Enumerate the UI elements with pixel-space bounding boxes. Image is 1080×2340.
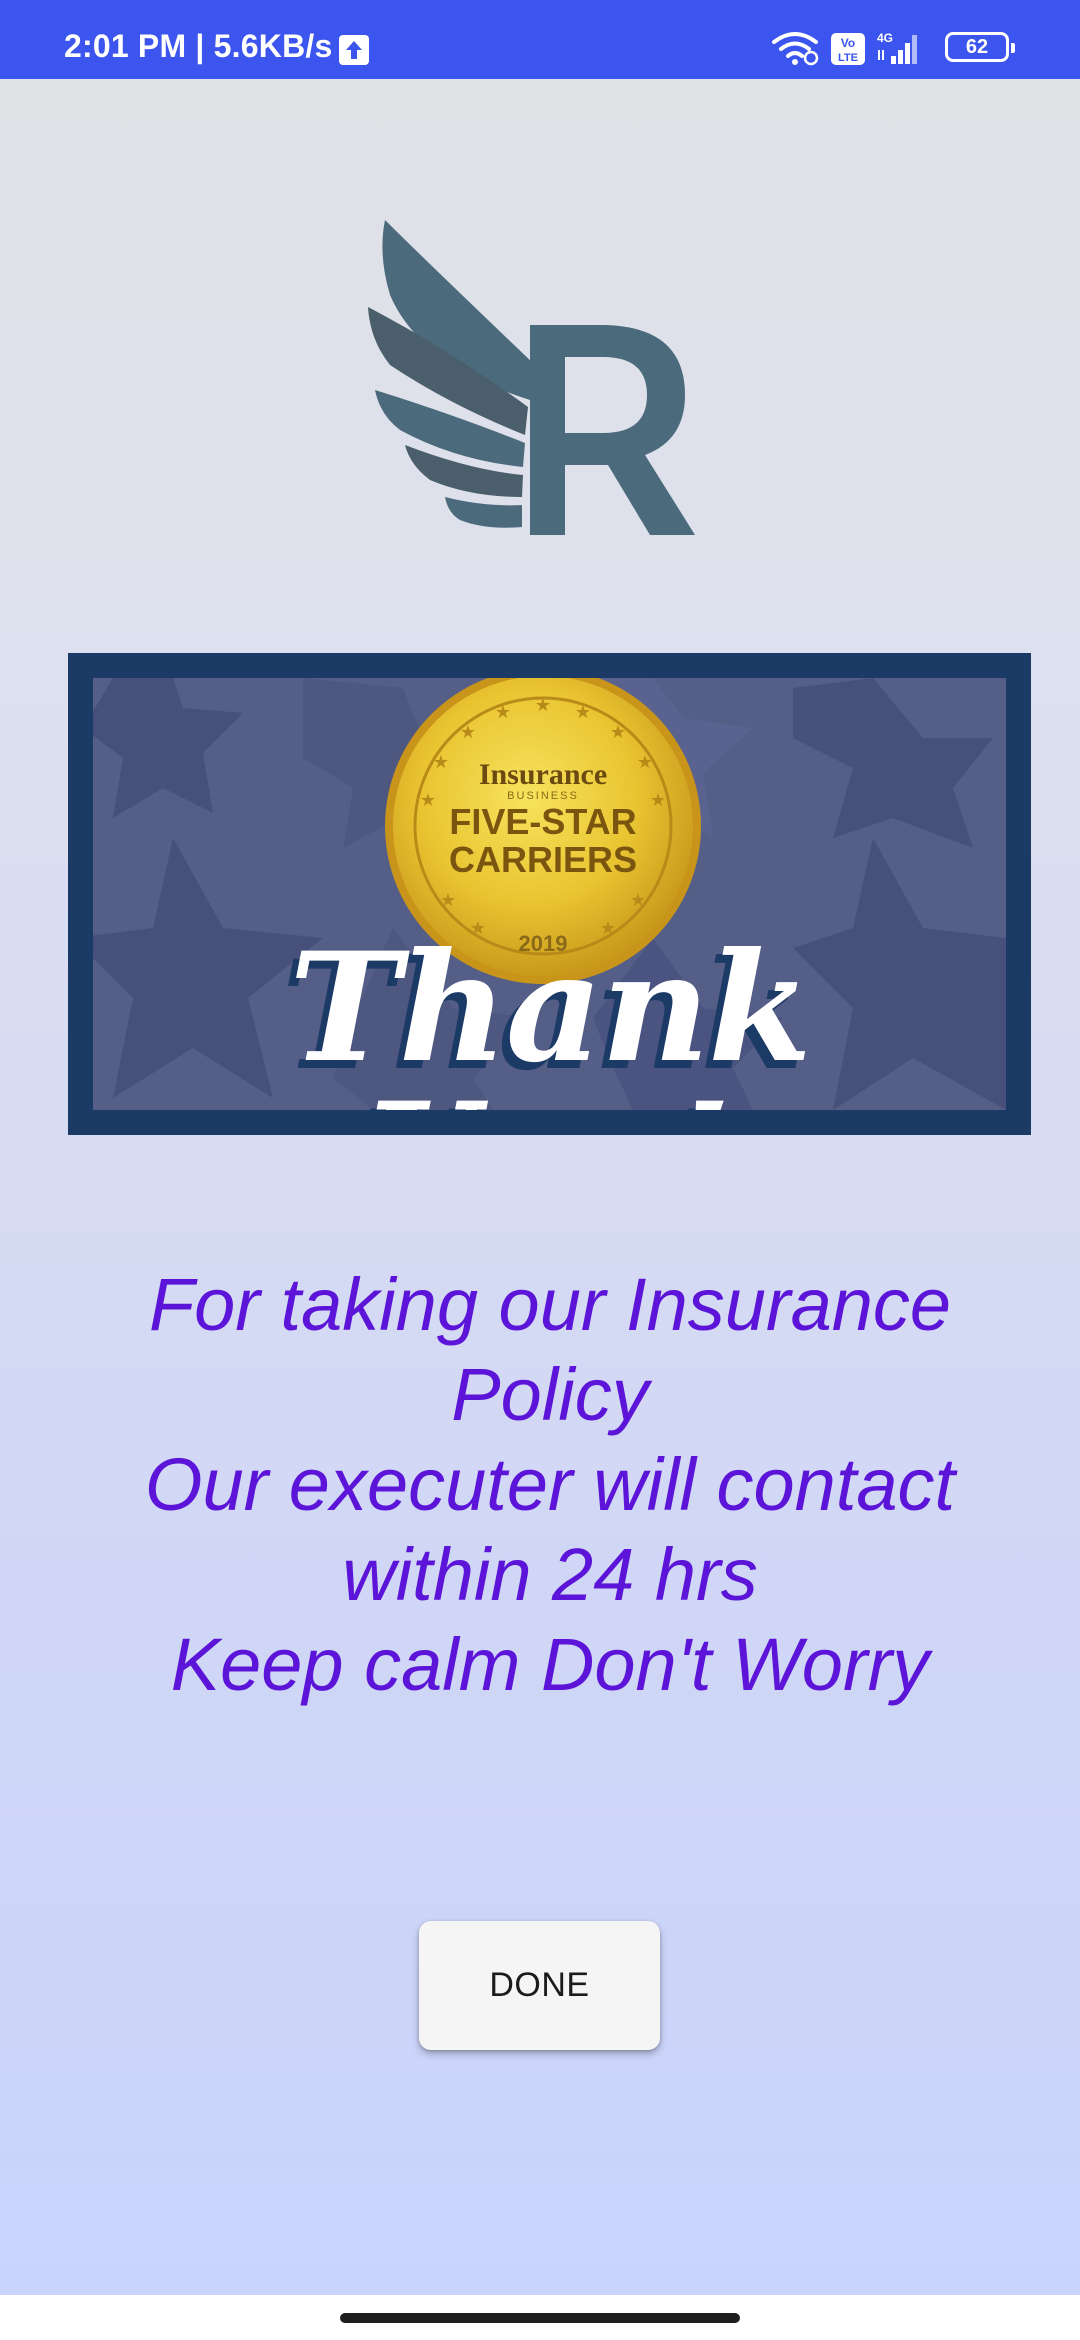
status-bar: 2:01 PM | 5.6KB/s Vo LTE 4G 62	[0, 0, 1080, 79]
battery-level: 62	[965, 36, 989, 58]
medal-line-1: FIVE-STAR	[449, 801, 636, 842]
done-button[interactable]: DONE	[419, 1921, 660, 2050]
svg-text:★: ★	[535, 695, 551, 716]
volte-icon: Vo LTE	[831, 33, 865, 65]
svg-text:★: ★	[637, 752, 653, 773]
navigation-bar	[0, 2295, 1080, 2340]
svg-text:★: ★	[630, 890, 646, 911]
confirmation-message: For taking our Insurance Policy Our exec…	[90, 1260, 1010, 1710]
status-time: 2:01 PM | 5.6KB/s	[64, 28, 333, 64]
svg-text:★: ★	[575, 702, 591, 723]
svg-text:★: ★	[495, 702, 511, 723]
signal-icon: 4G	[877, 31, 917, 64]
message-line: For taking our Insurance	[148, 1263, 952, 1346]
message-line: Keep calm Don't Worry	[170, 1623, 930, 1706]
home-indicator[interactable]	[340, 2313, 740, 2323]
thank-you-banner: ★ ★ ★ ★ ★ ★ ★ ★ ★ ★ ★ ★ ★ Insurance BUSINESS FI…	[68, 653, 1031, 1135]
message-line: within 24 hrs	[342, 1533, 758, 1616]
medal-title: Insurance	[479, 758, 607, 791]
svg-text:★: ★	[610, 722, 626, 743]
banner-image: ★ ★ ★ ★ ★ ★ ★ ★ ★ ★ ★ ★ ★ Insurance BUSINESS FI…	[93, 678, 1006, 1110]
svg-text:★: ★	[433, 752, 449, 773]
message-line: Our executer will contact	[144, 1443, 956, 1526]
network-type-label: 4G	[877, 31, 893, 45]
message-line: Policy	[451, 1353, 649, 1436]
upload-icon	[339, 35, 369, 65]
medal-line-2: CARRIERS	[449, 839, 637, 880]
battery-icon: 62	[945, 32, 1015, 62]
svg-text:★: ★	[460, 722, 476, 743]
svg-text:★: ★	[650, 790, 666, 811]
thank-you-headline: Thank You!	[289, 920, 812, 1110]
svg-text:★: ★	[440, 890, 456, 911]
svg-text:★: ★	[420, 790, 436, 811]
wifi-icon	[772, 32, 819, 66]
winged-r-logo-icon	[368, 220, 695, 535]
svg-text:LTE: LTE	[838, 52, 858, 64]
svg-text:Vo: Vo	[841, 36, 855, 50]
